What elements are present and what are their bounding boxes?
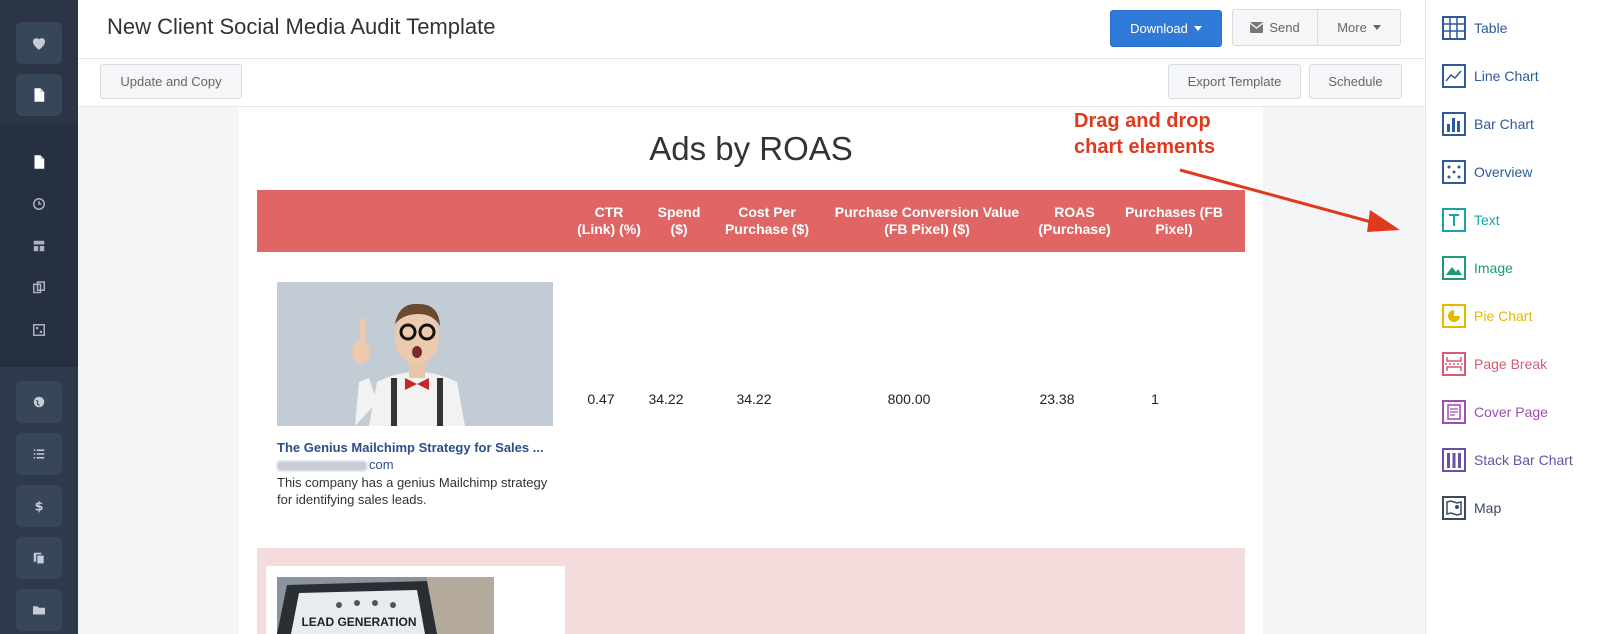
- left-nav: $: [0, 0, 78, 634]
- report-page: Ads by ROAS CTR (Link) (%) Spend ($) Cost …: [239, 107, 1263, 634]
- image-icon: [1442, 256, 1466, 280]
- cell-cost-per-purchase: 34.22: [736, 391, 772, 407]
- layout-icon: [33, 240, 45, 252]
- ad-image: [277, 282, 553, 426]
- page-break-icon: [1442, 352, 1466, 376]
- download-button[interactable]: Download: [1110, 10, 1222, 47]
- billing-nav-button[interactable]: $: [16, 485, 62, 527]
- ad-title-link[interactable]: The Genius Mailchimp Strategy for Sales …: [277, 440, 557, 455]
- envelope-icon: [1250, 22, 1264, 33]
- bar-chart-icon: [1442, 112, 1466, 136]
- schedule-button[interactable]: Schedule: [1309, 64, 1402, 99]
- pie-chart-icon: [1442, 304, 1466, 328]
- cell-roas: 23.38: [1039, 391, 1075, 407]
- svg-text:$: $: [35, 500, 44, 515]
- globe-icon: [33, 396, 45, 408]
- column-header-spend[interactable]: Spend ($): [649, 204, 709, 238]
- line-chart-icon: [1442, 64, 1466, 88]
- column-header-purchase-conversion-value[interactable]: Purchase Conversion Value (FB Pixel) ($): [827, 204, 1027, 238]
- send-label: Send: [1269, 20, 1300, 35]
- annotation-arrow-icon: [1179, 168, 1400, 232]
- cell-spend: 34.22: [648, 391, 684, 407]
- heart-icon: [33, 38, 45, 50]
- element-map[interactable]: Map: [1442, 495, 1501, 521]
- element-line-chart[interactable]: Line Chart: [1442, 63, 1539, 89]
- export-template-button[interactable]: Export Template: [1168, 64, 1301, 99]
- favorites-nav-button[interactable]: [16, 22, 62, 64]
- table-header: CTR (Link) (%) Spend ($) Cost Per Purchase …: [257, 190, 1245, 252]
- stack-bar-chart-icon: [1442, 448, 1466, 472]
- report-toolbar: Update and Copy Export Template Schedule: [78, 59, 1425, 107]
- update-and-copy-button[interactable]: Update and Copy: [100, 64, 242, 99]
- ad-domain[interactable]: com: [277, 457, 394, 472]
- element-page-break[interactable]: Page Break: [1442, 351, 1547, 377]
- table-icon: [1442, 16, 1466, 40]
- element-image[interactable]: Image: [1442, 255, 1513, 281]
- more-label: More: [1337, 20, 1367, 35]
- layout-nav-button[interactable]: [16, 225, 62, 267]
- report-nav-button[interactable]: [16, 141, 62, 183]
- reports-nav-button[interactable]: [16, 74, 62, 116]
- page-title: New Client Social Media Audit Template: [107, 14, 496, 39]
- cell-ctr: 0.47: [587, 391, 615, 407]
- cell-purchases: 1: [1151, 391, 1159, 407]
- column-header-cost-per-purchase[interactable]: Cost Per Purchase ($): [712, 204, 822, 238]
- document-icon: [34, 155, 45, 169]
- duplicate-icon: [33, 552, 45, 565]
- element-bar-chart[interactable]: Bar Chart: [1442, 111, 1534, 137]
- list-icon: [33, 449, 45, 459]
- column-header-ctr[interactable]: CTR (Link) (%): [574, 204, 644, 238]
- download-label: Download: [1130, 21, 1188, 36]
- redacted-text: [277, 460, 367, 471]
- text-icon: [1442, 208, 1466, 232]
- lead-generation-text: LEAD GENERATION: [301, 615, 416, 629]
- drag-drop-annotation: Drag and drop chart elements: [1074, 110, 1216, 158]
- element-table[interactable]: Table: [1442, 15, 1507, 41]
- cover-page-icon: [1442, 400, 1466, 424]
- folder-icon: [33, 606, 45, 615]
- element-stack-bar-chart[interactable]: Stack Bar Chart: [1442, 447, 1573, 473]
- element-overview[interactable]: Overview: [1442, 159, 1532, 185]
- map-icon: [1442, 496, 1466, 520]
- integrations-nav-button[interactable]: [16, 381, 62, 423]
- send-button[interactable]: Send: [1232, 9, 1318, 46]
- lead-generation-image: LEAD GENERATION: [277, 577, 494, 634]
- column-header-roas[interactable]: ROAS (Purchase): [1032, 204, 1117, 238]
- chevron-down-icon: [1193, 26, 1202, 31]
- document-icon: [34, 88, 45, 102]
- widgets-nav-button[interactable]: [16, 309, 62, 351]
- element-pie-chart[interactable]: Pie Chart: [1442, 303, 1532, 329]
- cell-purchase-conversion-value: 800.00: [887, 391, 931, 407]
- clock-icon: [33, 198, 45, 210]
- lists-nav-button[interactable]: [16, 433, 62, 475]
- more-button[interactable]: More: [1317, 9, 1401, 46]
- ad-description: This company has a genius Mailchimp stra…: [277, 475, 548, 507]
- top-header: New Client Social Media Audit Template D…: [78, 0, 1425, 59]
- copy-icon: [33, 281, 45, 294]
- duplicate-nav-button[interactable]: [16, 537, 62, 579]
- overview-icon: [1442, 160, 1466, 184]
- chart-elements-panel: Table Line Chart Bar Chart Overview Text…: [1425, 0, 1600, 634]
- dollar-icon: $: [35, 500, 44, 515]
- element-text[interactable]: Text: [1442, 207, 1500, 233]
- chevron-down-icon: [1372, 25, 1381, 30]
- templates-nav-button[interactable]: [16, 267, 62, 309]
- files-nav-button[interactable]: [16, 589, 62, 631]
- grid-icon: [33, 324, 45, 336]
- element-cover-page[interactable]: Cover Page: [1442, 399, 1548, 425]
- history-nav-button[interactable]: [16, 183, 62, 225]
